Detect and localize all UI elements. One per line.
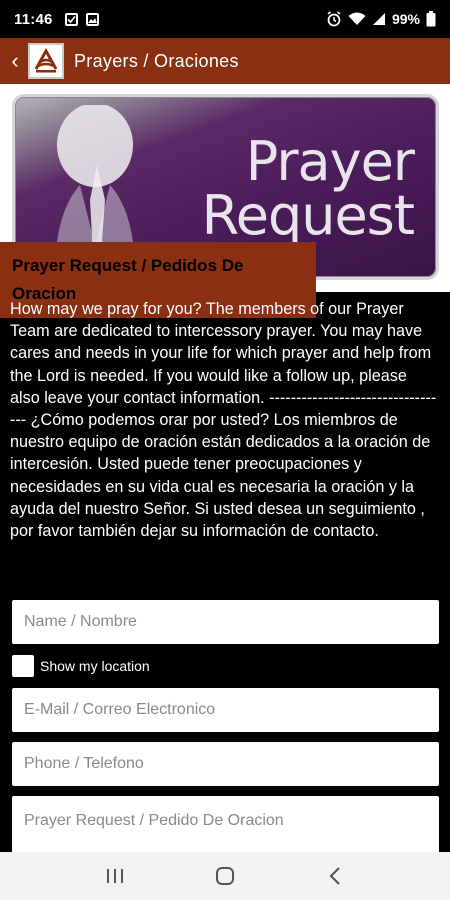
alarm-icon — [327, 11, 341, 27]
app-bar: ‹ Prayers / Oraciones — [0, 38, 450, 84]
show-location-label: Show my location — [40, 658, 150, 674]
show-location-checkbox[interactable] — [12, 655, 34, 677]
battery-percent: 99% — [391, 11, 420, 27]
banner: Prayer Request Prayer Request / Pedidos … — [0, 84, 450, 318]
church-logo-icon[interactable] — [28, 43, 64, 79]
status-time: 11:46 — [14, 10, 53, 28]
recent-apps-button[interactable] — [95, 856, 135, 896]
image-notification-icon — [85, 12, 99, 26]
app-title: Prayers / Oraciones — [74, 50, 239, 71]
wifi-icon — [348, 12, 366, 25]
status-bar: 11:46 99% — [0, 0, 450, 38]
prayer-request-field[interactable]: Prayer Request / Pedido De Oracion — [12, 796, 439, 856]
back-arrow-icon[interactable]: ‹ — [4, 48, 26, 74]
intro-text: How may we pray for you? The members of … — [10, 300, 437, 541]
status-right-icons: 99% — [326, 11, 436, 27]
back-button[interactable] — [315, 856, 355, 896]
banner-word-request: Request — [201, 184, 415, 247]
banner-word-prayer: Prayer — [245, 130, 415, 193]
back-icon — [329, 867, 340, 885]
status-notification-icons — [64, 12, 99, 26]
screen: 11:46 99% ‹ Prayers / Oraciones Prayer R… — [0, 0, 450, 900]
phone-field[interactable]: Phone / Telefono — [12, 742, 439, 786]
battery-icon — [426, 11, 436, 27]
email-field[interactable]: E-Mail / Correo Electronico — [12, 688, 439, 732]
signal-icon — [372, 13, 385, 25]
checkbox-notification-icon — [64, 12, 78, 26]
name-field[interactable]: Name / Nombre — [12, 600, 439, 644]
home-icon — [216, 867, 234, 885]
recent-apps-icon — [107, 869, 123, 883]
prayer-form: Name / Nombre Show my location E-Mail / … — [0, 584, 450, 856]
show-location-row[interactable]: Show my location — [12, 655, 150, 677]
home-button[interactable] — [205, 856, 245, 896]
system-nav-bar — [0, 852, 450, 900]
